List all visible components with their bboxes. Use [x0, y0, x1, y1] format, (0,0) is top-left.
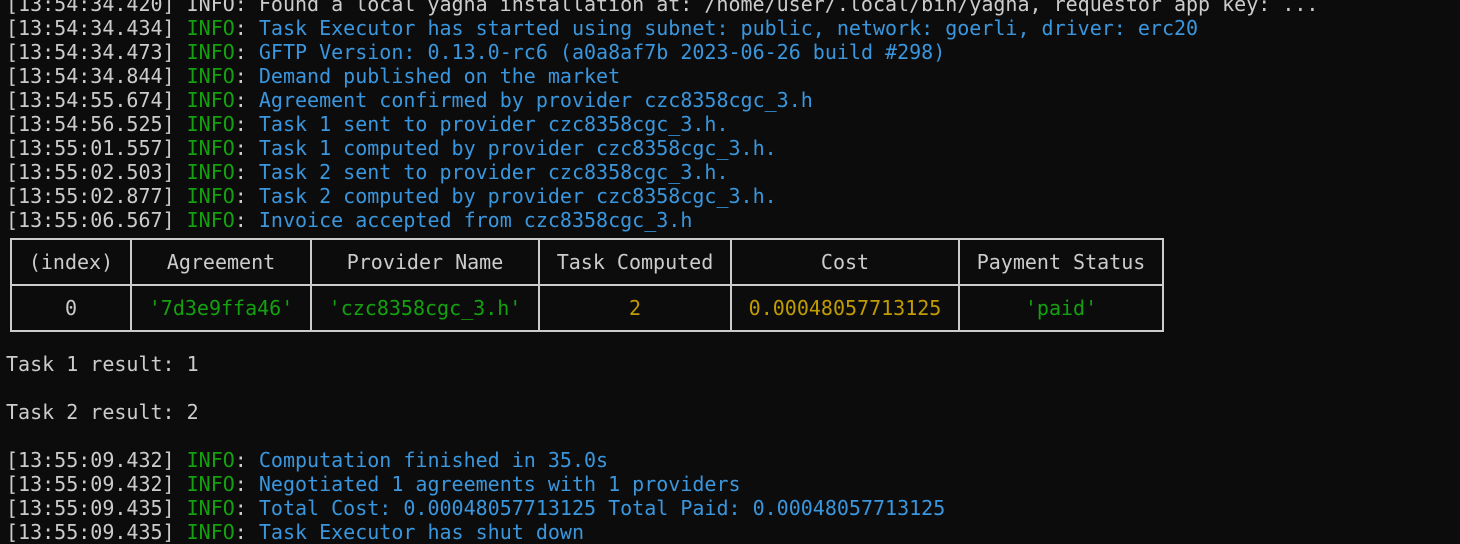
table-header-index: (index) [10, 238, 132, 286]
log-timestamp: [13:55:09.432] [6, 448, 175, 472]
cell-cost: 0.00048057713125 [730, 284, 960, 332]
results-table: (index) Agreement Provider Name Task Com… [10, 238, 1164, 332]
log-message: Negotiated 1 agreements with 1 providers [258, 472, 741, 496]
log-message: Agreement confirmed by provider czc8358c… [258, 88, 813, 112]
terminal-output[interactable]: [13:54:34.420] INFO: Found a local yagna… [6, 0, 1456, 544]
log-message: Task 1 sent to provider czc8358cgc_3.h. [258, 112, 729, 136]
log-message: Computation finished in 35.0s [258, 448, 609, 472]
log-message: Task 2 computed by provider czc8358cgc_3… [258, 184, 777, 208]
log-message: GFTP Version: 0.13.0-rc6 (a0a8af7b 2023-… [258, 40, 946, 64]
log-line: [13:54:34.434] INFO: Task Executor has s… [6, 16, 1199, 40]
log-line: [13:54:34.844] INFO: Demand published on… [6, 64, 621, 88]
log-timestamp: [13:54:34.473] [6, 40, 175, 64]
table-row: 0 '7d3e9ffa46' 'czc8358cgc_3.h' 2 0.0004… [10, 284, 1164, 332]
result-block: Task 1 result: 1 Task 2 result: 2 [6, 352, 1456, 448]
log-message: Demand published on the market [258, 64, 621, 88]
results-table-container: (index) Agreement Provider Name Task Com… [6, 232, 1456, 352]
result-line: Task 1 result: 1 [6, 352, 199, 376]
log-level: INFO [186, 16, 235, 40]
log-message: Task 1 computed by provider czc8358cgc_3… [258, 136, 777, 160]
log-level: INFO [186, 160, 235, 184]
result-line: Task 2 result: 2 [6, 400, 199, 424]
log-level: INFO [186, 184, 235, 208]
cell-tasks: 2 [538, 284, 732, 332]
log-timestamp: [13:55:02.503] [6, 160, 175, 184]
log-line: [13:55:09.432] INFO: Computation finishe… [6, 448, 609, 472]
log-timestamp: [13:55:09.432] [6, 472, 175, 496]
log-line: [13:55:06.567] INFO: Invoice accepted fr… [6, 208, 693, 232]
log-timestamp: [13:55:09.435] [6, 496, 175, 520]
log-level: INFO [186, 496, 235, 520]
clipped-log-line: [13:54:34.420] INFO: Found a local yagna… [6, 0, 1319, 16]
log-block-top: [13:54:34.434] INFO: Task Executor has s… [6, 16, 1456, 232]
log-timestamp: [13:55:01.557] [6, 136, 175, 160]
log-timestamp: [13:54:34.844] [6, 64, 175, 88]
cell-provider: 'czc8358cgc_3.h' [310, 284, 540, 332]
log-level: INFO [186, 88, 235, 112]
log-message: Task Executor has shut down [258, 520, 584, 544]
table-header-row: (index) Agreement Provider Name Task Com… [10, 238, 1164, 286]
cell-agreement: '7d3e9ffa46' [130, 284, 312, 332]
log-line: [13:55:09.432] INFO: Negotiated 1 agreem… [6, 472, 741, 496]
log-timestamp: [13:54:56.525] [6, 112, 175, 136]
table-header-agreement: Agreement [130, 238, 312, 286]
log-timestamp: [13:55:09.435] [6, 520, 175, 544]
log-line: [13:54:56.525] INFO: Task 1 sent to prov… [6, 112, 729, 136]
table-header-cost: Cost [730, 238, 960, 286]
log-line: [13:54:55.674] INFO: Agreement confirmed… [6, 88, 813, 112]
log-line: [13:55:02.877] INFO: Task 2 computed by … [6, 184, 777, 208]
log-line: [13:55:01.557] INFO: Task 1 computed by … [6, 136, 777, 160]
log-level: INFO [186, 40, 235, 64]
log-message: Task Executor has started using subnet: … [258, 16, 1199, 40]
log-line: [13:54:34.473] INFO: GFTP Version: 0.13.… [6, 40, 946, 64]
table-header-tasks: Task Computed [538, 238, 732, 286]
log-block-bottom: [13:55:09.432] INFO: Computation finishe… [6, 448, 1456, 544]
log-message: Invoice accepted from czc8358cgc_3.h [258, 208, 693, 232]
log-level: INFO [186, 472, 235, 496]
log-level: INFO [186, 64, 235, 88]
log-timestamp: [13:55:06.567] [6, 208, 175, 232]
log-level: INFO [186, 448, 235, 472]
log-timestamp: [13:54:34.434] [6, 16, 175, 40]
log-timestamp: [13:55:02.877] [6, 184, 175, 208]
table-header-status: Payment Status [958, 238, 1164, 286]
log-timestamp: [13:54:55.674] [6, 88, 175, 112]
log-level: INFO [186, 112, 235, 136]
log-line: [13:55:09.435] INFO: Task Executor has s… [6, 520, 584, 544]
table-header-provider: Provider Name [310, 238, 540, 286]
log-line: [13:55:09.435] INFO: Total Cost: 0.00048… [6, 496, 946, 520]
log-level: INFO [186, 208, 235, 232]
cell-index: 0 [10, 284, 132, 332]
cell-status: 'paid' [958, 284, 1164, 332]
log-level: INFO [186, 136, 235, 160]
log-level: INFO [186, 520, 235, 544]
log-message: Task 2 sent to provider czc8358cgc_3.h. [258, 160, 729, 184]
log-message: Total Cost: 0.00048057713125 Total Paid:… [258, 496, 946, 520]
log-line: [13:55:02.503] INFO: Task 2 sent to prov… [6, 160, 729, 184]
